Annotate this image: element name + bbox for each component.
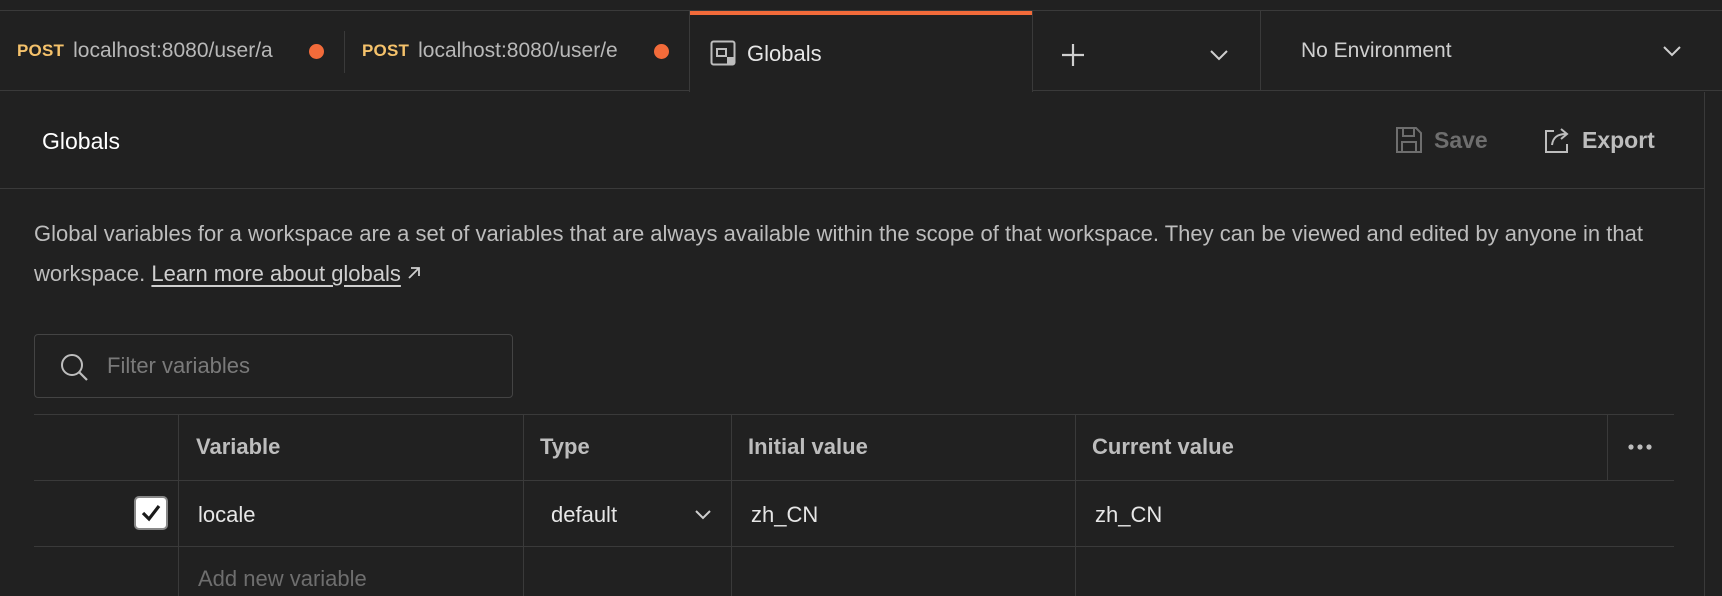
tab-url: localhost:8080/user/e — [418, 39, 618, 62]
current-value-cell[interactable]: zh_CN — [1095, 502, 1162, 528]
export-icon — [1545, 128, 1569, 153]
tab-request-1[interactable]: POST localhost:8080/user/a — [0, 11, 325, 91]
column-divider — [1075, 414, 1076, 596]
variable-name-cell[interactable]: locale — [198, 502, 255, 528]
variable-enabled-checkbox[interactable] — [134, 496, 168, 530]
more-horizontal-icon[interactable] — [1626, 440, 1654, 454]
table-border — [34, 480, 1674, 481]
initial-value-cell[interactable]: zh_CN — [751, 502, 818, 528]
tab-request-2[interactable]: POST localhost:8080/user/e — [345, 11, 670, 91]
column-divider — [1607, 414, 1608, 480]
tab-title: Globals — [747, 41, 822, 66]
tab-method: POST — [362, 41, 410, 60]
environment-label: No Environment — [1301, 39, 1452, 62]
globals-description: Global variables for a workspace are a s… — [34, 214, 1674, 294]
column-header-variable: Variable — [196, 434, 281, 459]
column-header-initial-value: Initial value — [748, 434, 868, 459]
export-label: Export — [1582, 126, 1655, 153]
globals-icon — [710, 40, 736, 66]
external-link-arrow-icon — [408, 267, 420, 279]
learn-more-link[interactable]: Learn more about globals — [151, 261, 401, 286]
table-border — [34, 414, 1674, 415]
unsaved-dot-icon — [654, 43, 670, 59]
chevron-down-icon — [1663, 46, 1681, 57]
variables-table: Variable Type Initial value Current valu… — [34, 414, 1674, 596]
column-header-current-value: Current value — [1092, 434, 1234, 459]
save-icon — [1396, 127, 1422, 153]
add-new-variable-input[interactable]: Add new variable — [198, 566, 367, 592]
tab-bar: POST localhost:8080/user/a POST localhos… — [0, 11, 1722, 92]
column-divider — [523, 414, 524, 596]
environment-selector[interactable]: No Environment — [1261, 11, 1722, 91]
window-top-strip — [0, 0, 1722, 11]
tab-url: localhost:8080/user/a — [73, 39, 273, 62]
table-border — [34, 546, 1674, 547]
new-tab-plus-icon[interactable] — [1058, 40, 1088, 70]
checkmark-icon — [141, 505, 161, 522]
panel-right-border — [1704, 92, 1705, 596]
column-divider — [178, 414, 179, 596]
tab-method: POST — [17, 41, 65, 60]
page-title: Globals — [42, 128, 120, 154]
chevron-down-icon — [695, 510, 711, 520]
column-header-type: Type — [540, 434, 590, 459]
export-button[interactable]: Export — [1542, 120, 1655, 160]
type-value: default — [551, 502, 618, 527]
search-input[interactable] — [107, 345, 497, 387]
filter-variables-box[interactable] — [34, 334, 513, 398]
save-button[interactable]: Save — [1394, 120, 1488, 160]
search-icon — [61, 354, 88, 381]
type-select[interactable]: default — [543, 490, 733, 536]
tabs-menu-chevron-down-icon[interactable] — [1208, 44, 1230, 66]
unsaved-dot-icon — [309, 43, 325, 59]
save-label: Save — [1434, 126, 1488, 153]
page-header: Globals Save Export — [0, 92, 1704, 189]
tab-globals[interactable]: Globals — [689, 11, 1033, 92]
